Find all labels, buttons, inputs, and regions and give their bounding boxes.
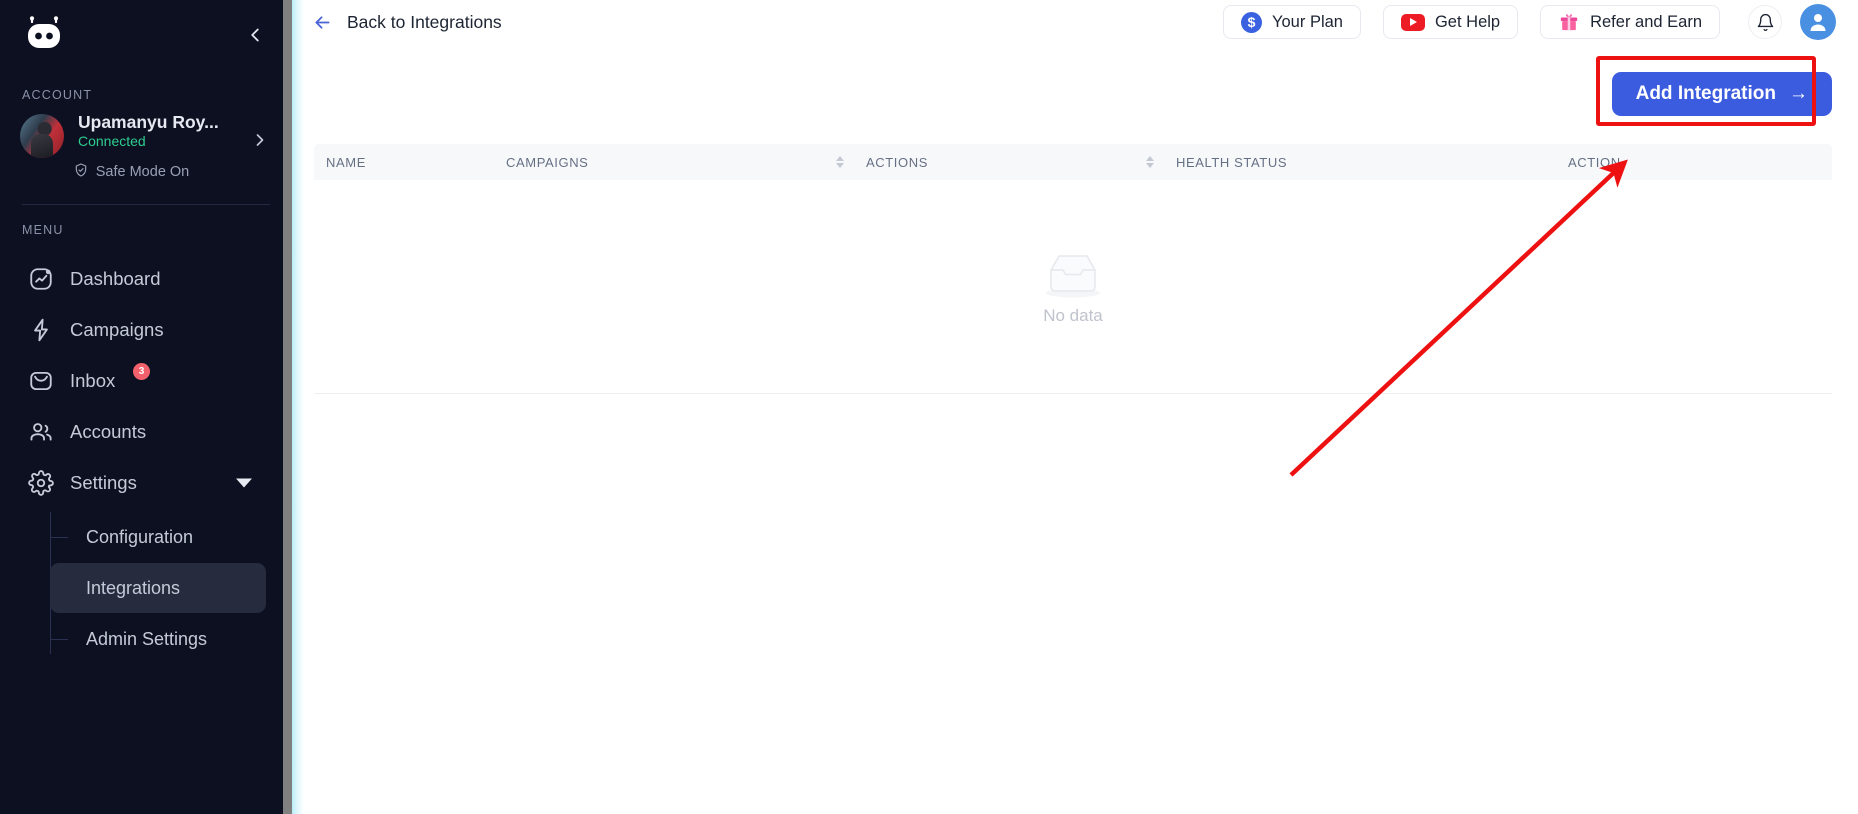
get-help-label: Get Help: [1434, 12, 1501, 31]
chevron-down-icon[interactable]: [236, 478, 252, 487]
action-row: Add Integration →: [292, 44, 1858, 144]
integrations-table: NAME CAMPAIGNS ACTIONS HEALTH STATUS ACT…: [292, 144, 1858, 394]
sidebar-subitem-label: Configuration: [86, 526, 194, 547]
column-label: NAME: [326, 154, 366, 170]
sidebar-item-inbox[interactable]: Inbox 3: [0, 355, 292, 406]
add-integration-wrapper: Add Integration →: [1595, 56, 1832, 126]
refer-and-earn-button[interactable]: Refer and Earn: [1540, 5, 1720, 39]
column-header-actions[interactable]: ACTIONS: [854, 155, 1164, 170]
shield-check-icon: [73, 162, 89, 182]
robot-logo-icon[interactable]: [22, 16, 66, 54]
menu-section-label: MENU: [22, 223, 64, 237]
add-integration-button[interactable]: Add Integration →: [1611, 72, 1832, 116]
gear-icon: [28, 469, 54, 496]
inbox-icon: [28, 368, 54, 394]
sidebar-subitem-label: Integrations: [86, 577, 181, 598]
top-bar: Back to Integrations $ Your Plan Get Hel…: [292, 0, 1858, 44]
sort-toggle-campaigns[interactable]: [836, 156, 844, 168]
sidebar-item-accounts[interactable]: Accounts: [0, 406, 292, 457]
app-root: ACCOUNT Upamanyu Roy... Connected Safe M…: [0, 0, 1858, 814]
sidebar-item-settings[interactable]: Settings: [0, 457, 292, 508]
sidebar-item-admin-settings[interactable]: Admin Settings: [50, 614, 266, 664]
avatar: [20, 114, 64, 158]
safe-mode-label: Safe Mode On: [95, 164, 190, 180]
sidebar-item-label: Campaigns: [70, 318, 164, 340]
notification-bell-icon[interactable]: [1748, 5, 1782, 39]
sidebar-menu: Dashboard Campaigns Inbox 3 Accounts Set…: [0, 253, 292, 664]
sidebar-subitem-label: Admin Settings: [86, 628, 208, 649]
dollar-circle-icon: $: [1241, 11, 1263, 33]
sort-toggle-actions[interactable]: [1146, 156, 1154, 168]
column-label: HEALTH STATUS: [1176, 154, 1288, 170]
sidebar-item-label: Dashboard: [70, 267, 161, 289]
back-link-label: Back to Integrations: [347, 11, 502, 32]
column-header-health-status: HEALTH STATUS: [1164, 155, 1556, 170]
refer-and-earn-label: Refer and Earn: [1590, 12, 1702, 31]
youtube-play-icon: [1400, 13, 1425, 31]
column-header-campaigns[interactable]: CAMPAIGNS: [494, 155, 854, 170]
sidebar-item-dashboard[interactable]: Dashboard: [0, 253, 292, 304]
get-help-button[interactable]: Get Help: [1382, 5, 1519, 39]
sidebar-collapse-button[interactable]: [242, 22, 268, 48]
sidebar-edge-glow: [292, 0, 304, 814]
back-to-integrations-link[interactable]: Back to Integrations: [312, 12, 502, 33]
sidebar-item-integrations[interactable]: Integrations: [50, 563, 266, 613]
your-plan-label: Your Plan: [1272, 12, 1343, 31]
arrow-left-icon: [312, 12, 333, 33]
sidebar-item-label: Accounts: [70, 420, 147, 442]
table-header-row: NAME CAMPAIGNS ACTIONS HEALTH STATUS ACT…: [314, 144, 1832, 180]
sidebar-header: [0, 0, 292, 70]
account-section-label: ACCOUNT: [22, 88, 93, 102]
sidebar-scrollbar[interactable]: [283, 0, 292, 814]
gift-icon: [1558, 12, 1580, 32]
lightning-icon: [28, 317, 54, 343]
column-header-name: NAME: [314, 155, 494, 170]
your-plan-button[interactable]: $ Your Plan: [1223, 5, 1361, 39]
column-header-action: ACTION: [1556, 155, 1832, 170]
add-integration-label: Add Integration: [1635, 83, 1776, 104]
account-status: Connected: [78, 133, 146, 150]
empty-state-label: No data: [1043, 305, 1103, 325]
sidebar-item-label: Settings: [70, 471, 137, 493]
table-empty-state: No data: [314, 180, 1832, 394]
column-label: ACTION: [1568, 154, 1621, 170]
main-content: Back to Integrations $ Your Plan Get Hel…: [292, 0, 1858, 814]
dashboard-icon: [28, 266, 54, 292]
settings-submenu: Configuration Integrations Admin Setting…: [0, 512, 292, 664]
empty-inbox-icon: [1040, 248, 1106, 300]
inbox-badge: 3: [133, 363, 150, 380]
sidebar-item-label: Inbox: [70, 369, 116, 391]
user-avatar-icon[interactable]: [1800, 4, 1836, 40]
sidebar-item-campaigns[interactable]: Campaigns: [0, 304, 292, 355]
sidebar: ACCOUNT Upamanyu Roy... Connected Safe M…: [0, 0, 292, 814]
arrow-right-icon: →: [1789, 83, 1808, 104]
safe-mode-indicator: Safe Mode On: [0, 162, 292, 182]
account-card[interactable]: Upamanyu Roy... Connected: [0, 112, 292, 158]
sidebar-item-configuration[interactable]: Configuration: [50, 512, 266, 562]
column-label: CAMPAIGNS: [506, 154, 589, 170]
column-label: ACTIONS: [866, 154, 928, 170]
account-name: Upamanyu Roy...: [78, 112, 219, 132]
chevron-right-icon[interactable]: [250, 130, 270, 155]
users-icon: [28, 419, 54, 445]
